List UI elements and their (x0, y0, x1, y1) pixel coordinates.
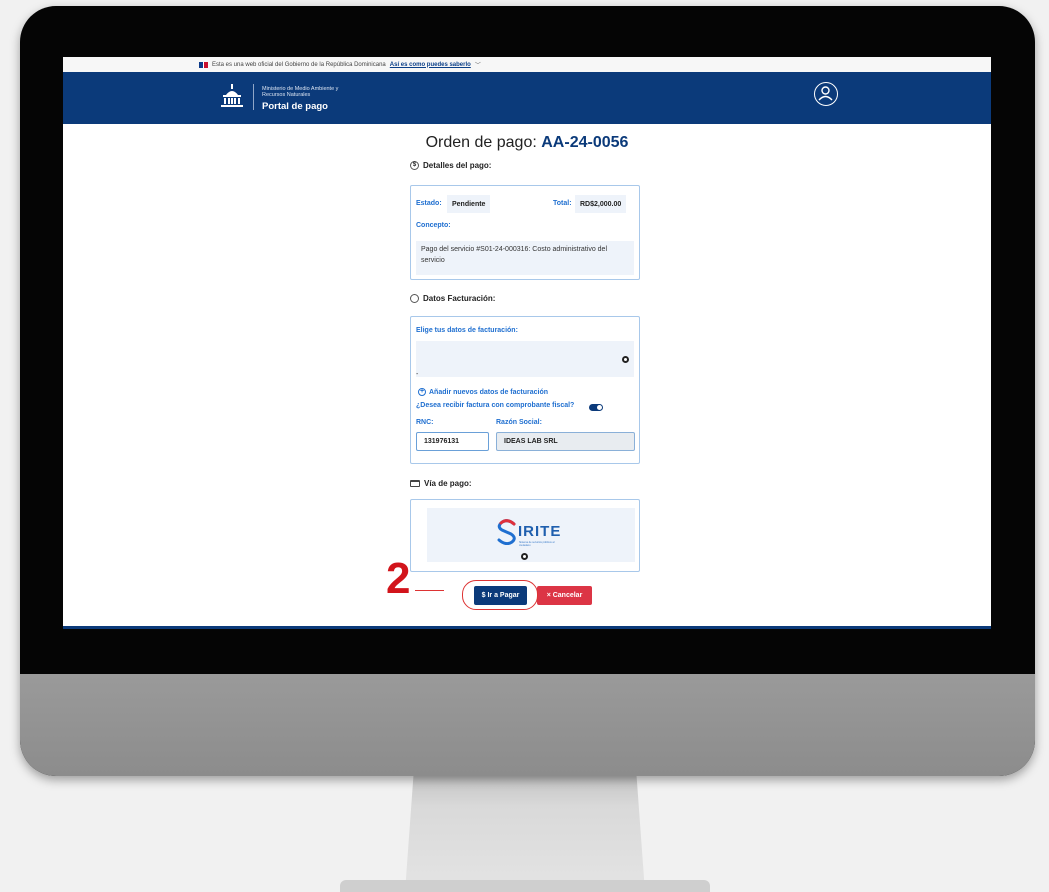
rnc-label: RNC: (416, 419, 434, 426)
business-name-label: Razón Social: (496, 419, 542, 426)
monitor-frame: Esta es una web oficial del Gobierno de … (20, 6, 1035, 776)
ministry-name: Ministerio de Medio Ambiente y Recursos … (262, 86, 338, 98)
gov-official-text: Esta es una web oficial del Gobierno de … (212, 61, 386, 68)
sirite-option-radio[interactable] (521, 553, 528, 560)
concept-value: Pago del servicio #S01-24-000316: Costo … (416, 241, 634, 275)
government-palace-logo-icon[interactable] (221, 84, 243, 108)
plus-circle-icon: + (418, 388, 426, 396)
cancel-button[interactable]: × Cancelar (537, 586, 592, 605)
fiscal-receipt-toggle[interactable] (589, 404, 603, 411)
payment-method-card: IRITE Sistema de servicios públicos al c… (410, 499, 640, 572)
dominican-flag-icon (199, 61, 208, 68)
page-title-prefix: Orden de pago: (425, 134, 537, 151)
user-account-button[interactable] (814, 82, 838, 106)
site-header: Ministerio de Medio Ambiente y Recursos … (63, 72, 991, 124)
payment-details-title: Detalles del pago: (423, 161, 492, 170)
screen-bottom-bar (63, 626, 991, 629)
step-connector-line (415, 590, 444, 592)
credit-card-icon (410, 480, 420, 487)
user-circle-icon (410, 294, 419, 303)
sirite-tagline: Sistema de servicios públicos al ciudada… (519, 541, 555, 547)
status-value: Pendiente (447, 195, 491, 213)
pay-button-highlight (462, 580, 538, 610)
sirite-logo-text: IRITE (518, 523, 562, 540)
status-label: Estado: (416, 200, 442, 207)
sirite-s-logo-icon (497, 519, 516, 545)
gov-official-bar: Esta es una web oficial del Gobierno de … (63, 57, 991, 72)
ministry-line-2: Recursos Naturales (262, 92, 311, 98)
business-name-input[interactable]: IDEAS LAB SRL (496, 432, 635, 451)
payment-method-heading: Vía de pago: (410, 479, 472, 488)
total-value: RD$2,000.00 (575, 195, 627, 213)
portal-title: Portal de pago (262, 101, 328, 112)
rnc-input[interactable]: 131976131 (416, 432, 489, 451)
billing-card: Elige tus datos de facturación: - + Añad… (410, 316, 640, 464)
info-circle-icon: $ (410, 161, 419, 170)
add-billing-link[interactable]: + Añadir nuevos datos de facturación (418, 388, 548, 396)
monitor-stand-neck (405, 760, 645, 892)
payment-method-title: Vía de pago: (424, 479, 472, 488)
monitor-stand-base (340, 880, 710, 892)
payment-details-card: Estado: Pendiente Total: RD$2,000.00 Con… (410, 185, 640, 280)
chevron-down-icon[interactable]: ﹀ (475, 60, 481, 69)
monitor-chin (20, 674, 1035, 776)
billing-title: Datos Facturación: (423, 294, 496, 303)
billing-heading: Datos Facturación: (410, 294, 495, 303)
billing-empty-dash: - (416, 371, 419, 378)
browser-screen: Esta es una web oficial del Gobierno de … (63, 57, 991, 629)
header-divider (253, 84, 254, 110)
page-title: Orden de pago: AA-24-0056 (63, 134, 991, 152)
add-billing-label: Añadir nuevos datos de facturación (429, 388, 549, 396)
billing-option[interactable] (416, 341, 634, 377)
sirite-option[interactable]: IRITE Sistema de servicios públicos al c… (427, 508, 635, 562)
gov-verify-link[interactable]: Así es como puedes saberlo (390, 62, 471, 68)
order-id: AA-24-0056 (541, 134, 629, 151)
choose-billing-label: Elige tus datos de facturación: (416, 327, 518, 334)
billing-option-radio[interactable] (622, 356, 629, 363)
user-icon (818, 86, 833, 101)
payment-details-heading: $ Detalles del pago: (410, 161, 491, 170)
fiscal-receipt-label: ¿Desea recibir factura con comprobante f… (416, 402, 575, 409)
step-number: 2 (386, 554, 411, 603)
concept-label: Concepto: (416, 222, 451, 229)
total-label: Total: (553, 200, 572, 207)
